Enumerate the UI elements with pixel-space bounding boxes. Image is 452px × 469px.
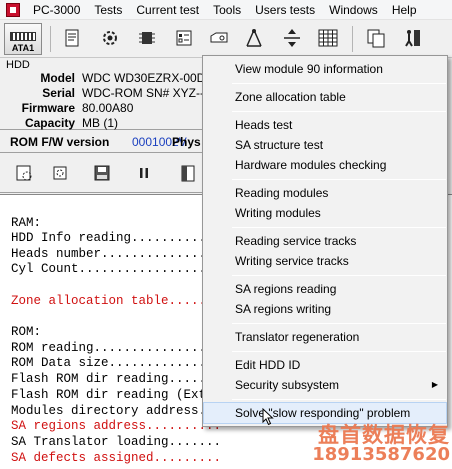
menu-item-reading-modules[interactable]: Reading modules <box>204 183 446 203</box>
menu-separator <box>232 275 446 276</box>
menu-separator <box>232 179 446 180</box>
ata-port-label: ATA1 <box>11 43 35 53</box>
log-line: Heads number................ <box>11 247 222 261</box>
log-line: ROM: <box>11 325 42 339</box>
app-title: PC-3000 <box>33 2 81 17</box>
mouse-cursor-icon <box>262 408 274 426</box>
rom-version-label: ROM F/W version <box>10 135 110 149</box>
scroll-document-icon[interactable] <box>58 24 86 52</box>
menu-tools[interactable]: Tools <box>206 0 248 20</box>
ata-connector-icon <box>10 32 36 41</box>
log-line-error: SA defects assigned......... <box>11 451 222 465</box>
grid-table-icon[interactable] <box>314 24 342 52</box>
log-line: ROM reading................. <box>11 341 222 355</box>
menu-item-view-module-90[interactable]: View module 90 information <box>204 59 446 79</box>
menu-separator <box>232 399 446 400</box>
menu-tests[interactable]: Tests <box>87 0 129 20</box>
menu-item-edit-hdd-id[interactable]: Edit HDD ID <box>204 355 446 375</box>
save-floppy-icon[interactable] <box>90 161 114 185</box>
hdd-info-panel: HDD Model WDC WD30EZRX-00D8PI Serial WDC… <box>0 58 223 131</box>
firmware-value: 80.00A80 <box>82 101 134 115</box>
model-label: Model <box>40 71 75 85</box>
log-line: Modules directory address... <box>11 404 222 418</box>
chip-icon[interactable] <box>133 24 161 52</box>
menu-item-label: Security subsystem <box>235 378 340 392</box>
toolbar-separator <box>352 26 353 52</box>
disk-drive-icon[interactable] <box>205 24 233 52</box>
submenu-arrow-icon: ▶ <box>431 380 438 389</box>
form-checklist-icon[interactable] <box>170 24 198 52</box>
hdd-capacity-row: Capacity MB (1) <box>0 116 205 131</box>
hdd-serial-row: Serial WDC-ROM SN# XYZ---- <box>0 86 212 101</box>
copy-windows-icon[interactable] <box>362 24 390 52</box>
watermark-phone: 18913587620 <box>312 444 450 465</box>
log-line-error: Zone allocation table....... <box>11 294 222 308</box>
menu-item-security-subsystem[interactable]: Security subsystem ▶ <box>204 375 446 395</box>
menu-item-heads-test[interactable]: Heads test <box>204 115 446 135</box>
menu-separator <box>232 351 446 352</box>
menu-item-writing-modules[interactable]: Writing modules <box>204 203 446 223</box>
log-line: HDD Info reading............ <box>11 231 222 245</box>
load-settings-icon[interactable] <box>12 161 36 185</box>
menu-bar: PC-3000 Tests Current test Tools Users t… <box>0 0 452 20</box>
chip-settings-icon[interactable] <box>48 161 72 185</box>
main-toolbar: ATA1 <box>0 20 452 58</box>
menu-item-sa-regions-reading[interactable]: SA regions reading <box>204 279 446 299</box>
log-line: Cyl Count................... <box>11 262 222 276</box>
app-logo-icon <box>6 2 20 17</box>
firmware-label: Firmware <box>21 101 75 115</box>
menu-item-sa-regions-writing[interactable]: SA regions writing <box>204 299 446 319</box>
menu-item-writing-service-tracks[interactable]: Writing service tracks <box>204 251 446 271</box>
toolbar-separator <box>50 26 51 52</box>
log-line-error: SA regions address.......... <box>11 419 222 433</box>
hdd-section-title: HDD <box>6 59 30 71</box>
secondary-toolbar <box>0 153 205 193</box>
menu-separator <box>232 323 446 324</box>
capacity-value: MB (1) <box>82 116 118 130</box>
log-line: Flash ROM dir reading....... <box>11 372 222 386</box>
split-arrows-icon[interactable] <box>278 24 306 52</box>
settings-gear-icon[interactable] <box>96 24 124 52</box>
log-line: RAM: <box>11 216 42 230</box>
log-line: SA Translator loading....... <box>11 435 222 449</box>
menu-current-test[interactable]: Current test <box>129 0 206 20</box>
rom-firmware-bar: ROM F/W version 0001002V Phys <box>0 131 205 153</box>
exit-door-icon[interactable] <box>398 24 426 52</box>
serial-value: WDC-ROM SN# XYZ---- <box>82 86 212 100</box>
copy-page-icon[interactable] <box>176 161 200 185</box>
serial-label: Serial <box>42 86 75 100</box>
hdd-firmware-row: Firmware 80.00A80 <box>0 101 205 116</box>
phys-tab[interactable]: Phys <box>172 135 201 149</box>
menu-separator <box>232 83 446 84</box>
menu-item-sa-structure-test[interactable]: SA structure test <box>204 135 446 155</box>
menu-separator <box>232 227 446 228</box>
tools-compass-icon[interactable] <box>240 24 268 52</box>
log-line: ROM Data size............... <box>11 356 222 370</box>
hdd-model-row: Model WDC WD30EZRX-00D8PI <box>0 71 223 86</box>
menu-windows[interactable]: Windows <box>322 0 385 20</box>
menu-item-reading-service-tracks[interactable]: Reading service tracks <box>204 231 446 251</box>
menu-item-hardware-modules-checking[interactable]: Hardware modules checking <box>204 155 446 175</box>
watermark: 盘首数据恢复 18913587620 <box>306 419 452 469</box>
menu-item-translator-regeneration[interactable]: Translator regeneration <box>204 327 446 347</box>
menu-item-zone-allocation-table[interactable]: Zone allocation table <box>204 87 446 107</box>
context-menu: View module 90 information Zone allocati… <box>202 55 448 427</box>
ata-port-button[interactable]: ATA1 <box>4 23 42 55</box>
log-line: Flash ROM dir reading (Ext.. <box>11 388 222 402</box>
menu-help[interactable]: Help <box>385 0 424 20</box>
menu-users-tests[interactable]: Users tests <box>248 0 322 20</box>
pause-icon[interactable] <box>132 161 156 185</box>
menu-separator <box>232 111 446 112</box>
capacity-label: Capacity <box>24 116 75 130</box>
